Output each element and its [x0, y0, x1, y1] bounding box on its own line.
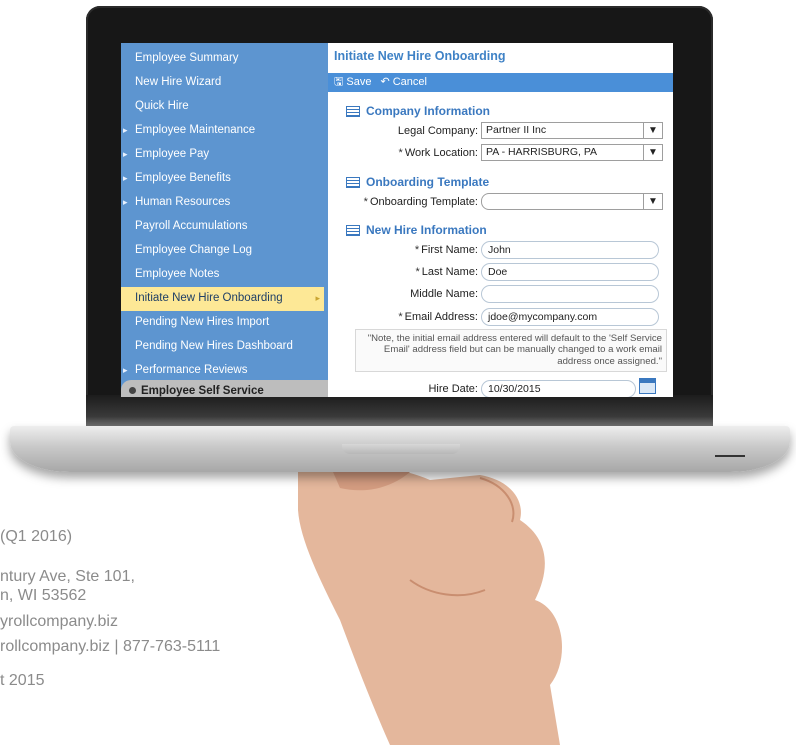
section-title: New Hire Information: [366, 223, 487, 237]
legal-company-value: Partner II Inc: [486, 124, 547, 136]
sidebar-item-payroll-accumulations[interactable]: Payroll Accumulations: [121, 215, 328, 239]
list-icon: [346, 224, 360, 236]
save-button[interactable]: 🖫 Save: [334, 73, 371, 92]
bg-text-copyright: t 2015: [0, 672, 45, 689]
section-title: Company Information: [366, 104, 491, 118]
legal-company-row: Legal Company: Partner II Inc ▼: [328, 122, 673, 142]
sidebar-item-pending-new-hires-import[interactable]: Pending New Hires Import: [121, 311, 328, 335]
email-label: * Email Address:: [398, 311, 478, 323]
work-location-label: * Work Location:: [398, 147, 478, 159]
bg-text-address: ntury Ave, Ste 101,: [0, 568, 135, 585]
onboarding-template-row: * Onboarding Template: ▼: [328, 193, 673, 213]
sidebar-item-employee-benefits[interactable]: Employee Benefits: [121, 167, 328, 191]
last-name-label: * Last Name:: [415, 266, 478, 278]
bg-text-date: (Q1 2016): [0, 528, 73, 545]
page-title: Initiate New Hire Onboarding: [334, 49, 506, 63]
sidebar-item-employee-pay[interactable]: Employee Pay: [121, 143, 328, 167]
middle-name-label: Middle Name:: [410, 288, 478, 300]
laptop-screen: Employee Summary New Hire Wizard Quick H…: [121, 43, 673, 397]
sidebar-item-employee-maintenance[interactable]: Employee Maintenance: [121, 119, 328, 143]
section-company-information: Company Information: [346, 104, 490, 118]
bullet-icon: [129, 387, 136, 394]
list-icon: [346, 176, 360, 188]
sidebar-item-label: Initiate New Hire Onboarding: [135, 292, 283, 304]
hire-date-row: Hire Date: 10/30/2015: [328, 378, 673, 397]
section-new-hire-information: New Hire Information: [346, 223, 487, 237]
save-icon: 🖫: [334, 76, 344, 88]
legal-company-select[interactable]: Partner II Inc ▼: [481, 122, 663, 139]
sidebar-item-human-resources[interactable]: Human Resources: [121, 191, 328, 215]
first-name-label: * First Name:: [414, 244, 478, 256]
legal-company-label: Legal Company:: [397, 125, 478, 137]
work-location-row: * Work Location: PA - HARRISBURG, PA ▼: [328, 144, 673, 164]
sidebar-item-employee-summary[interactable]: Employee Summary: [121, 47, 328, 71]
middle-name-field[interactable]: [481, 285, 659, 303]
sidebar-item-employee-self-service[interactable]: Employee Self Service: [121, 380, 341, 397]
sidebar-item-label: Employee Self Service: [141, 385, 264, 397]
last-name-field[interactable]: Doe: [481, 263, 659, 281]
undo-icon: ↶: [380, 76, 390, 88]
onboarding-template-label: * Onboarding Template:: [363, 196, 478, 208]
calendar-icon[interactable]: [639, 378, 656, 394]
email-row: * Email Address: jdoe@mycompany.com: [328, 308, 673, 328]
email-note: "Note, the initial email address entered…: [355, 329, 667, 372]
section-title: Onboarding Template: [366, 175, 490, 189]
save-label: Save: [346, 76, 372, 88]
sidebar: Employee Summary New Hire Wizard Quick H…: [121, 43, 341, 397]
chevron-right-icon: ▸: [315, 293, 320, 303]
toolbar: 🖫 Save ↶ Cancel: [328, 73, 673, 92]
list-icon: [346, 105, 360, 117]
laptop-notch: [342, 444, 460, 454]
chevron-down-icon[interactable]: ▼: [643, 145, 662, 160]
hire-date-label: Hire Date:: [428, 383, 478, 395]
email-field[interactable]: jdoe@mycompany.com: [481, 308, 659, 326]
onboarding-template-select[interactable]: ▼: [481, 193, 663, 210]
section-onboarding-template: Onboarding Template: [346, 175, 489, 189]
work-location-value: PA - HARRISBURG, PA: [486, 146, 598, 158]
sidebar-item-quick-hire[interactable]: Quick Hire: [121, 95, 328, 119]
sidebar-item-pending-new-hires-dashboard[interactable]: Pending New Hires Dashboard: [121, 335, 328, 359]
first-name-field[interactable]: John: [481, 241, 659, 259]
first-name-row: * First Name: John: [328, 241, 673, 261]
chevron-down-icon[interactable]: ▼: [643, 123, 662, 138]
main-content: Initiate New Hire Onboarding 🖫 Save ↶ Canc…: [328, 43, 673, 397]
last-name-row: * Last Name: Doe: [328, 263, 673, 283]
hand-image: [298, 462, 562, 745]
bg-text-city: n, WI 53562: [0, 587, 87, 604]
bg-text-website: yrollcompany.biz: [0, 613, 118, 630]
sidebar-item-initiate-new-hire-onboarding[interactable]: Initiate New Hire Onboarding ▸: [121, 287, 324, 311]
cancel-label: Cancel: [392, 76, 427, 88]
laptop-indicator: [715, 455, 745, 457]
hire-date-field[interactable]: 10/30/2015: [481, 380, 636, 397]
work-location-select[interactable]: PA - HARRISBURG, PA ▼: [481, 144, 663, 161]
sidebar-item-employee-change-log[interactable]: Employee Change Log: [121, 239, 328, 263]
sidebar-item-new-hire-wizard[interactable]: New Hire Wizard: [121, 71, 328, 95]
sidebar-item-employee-notes[interactable]: Employee Notes: [121, 263, 328, 287]
middle-name-row: Middle Name:: [328, 285, 673, 305]
chevron-down-icon[interactable]: ▼: [643, 194, 662, 209]
cancel-button[interactable]: ↶ Cancel: [381, 73, 427, 92]
